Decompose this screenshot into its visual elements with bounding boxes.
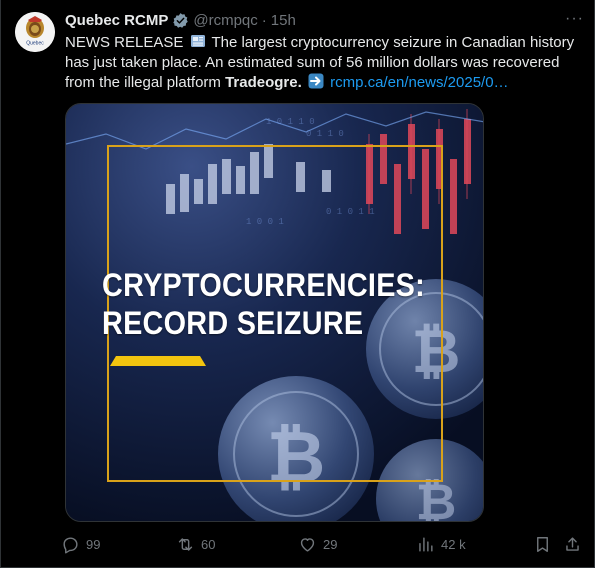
svg-text:1 0 0 1: 1 0 0 1 <box>246 217 284 227</box>
share-button[interactable] <box>563 535 582 554</box>
svg-text:1 0 1 1 0: 1 0 1 1 0 <box>266 117 315 127</box>
headline-line-2: RECORD SEIZURE <box>102 305 364 341</box>
repost-icon <box>178 538 193 551</box>
action-bar: 99 60 29 42 k <box>61 535 591 557</box>
rcmp-crest-icon: Quebec <box>15 12 55 52</box>
tweet-bold-name: Tradeogre. <box>225 74 302 91</box>
reply-button[interactable]: 99 <box>61 535 100 554</box>
views-count: 42 k <box>441 537 466 552</box>
avatar[interactable]: Quebec <box>15 12 55 52</box>
heart-icon <box>300 538 315 552</box>
author-name[interactable]: Quebec RCMP <box>65 12 168 29</box>
like-count: 29 <box>323 537 338 552</box>
tweet-header: Quebec RCMP @rcmpqc · 15h <box>65 10 574 30</box>
bookmark-icon <box>537 537 548 552</box>
repost-count: 60 <box>201 537 216 552</box>
svg-text:₿: ₿ <box>267 418 326 498</box>
svg-text:0 1 0 1 1: 0 1 0 1 1 <box>326 207 375 217</box>
tweet-link[interactable]: rcmp.ca/en/news/2025/0… <box>330 74 508 91</box>
share-icon <box>566 537 579 551</box>
reply-count: 99 <box>86 537 101 552</box>
separator-dot: · <box>261 11 267 29</box>
bookmark-button[interactable] <box>533 535 552 554</box>
tweet-media-image[interactable]: 1 0 1 1 00 1 1 0 1 0 0 10 1 0 1 1 ₿ ₿ ₿ <box>65 103 484 522</box>
tweet-text: NEWS RELEASE The largest cryptocurrency … <box>65 33 585 93</box>
svg-text:0 1 1 0: 0 1 1 0 <box>306 129 344 139</box>
right-arrow-emoji-icon <box>308 73 324 89</box>
repost-button[interactable]: 60 <box>176 535 215 554</box>
media-headline: CRYPTOCURRENCIES: RECORD SEIZURE <box>102 266 425 342</box>
timestamp[interactable]: 15h <box>271 12 296 29</box>
verified-badge-icon[interactable] <box>172 12 189 29</box>
like-button[interactable]: 29 <box>298 535 337 554</box>
headline-line-1: CRYPTOCURRENCIES: <box>102 267 426 303</box>
reply-icon <box>63 537 78 554</box>
views-chart-icon <box>419 537 433 552</box>
yellow-accent-bar <box>110 356 206 366</box>
tweet-card[interactable]: Quebec Quebec RCMP @rcmpqc · 15h ··· NEW… <box>0 0 595 568</box>
newspaper-emoji-icon <box>190 35 205 47</box>
author-handle[interactable]: @rcmpqc <box>193 12 257 29</box>
more-options-icon[interactable]: ··· <box>565 10 584 28</box>
avatar-label: Quebec <box>26 41 44 47</box>
tweet-prefix: NEWS RELEASE <box>65 34 184 51</box>
views-button[interactable]: 42 k <box>416 535 466 554</box>
